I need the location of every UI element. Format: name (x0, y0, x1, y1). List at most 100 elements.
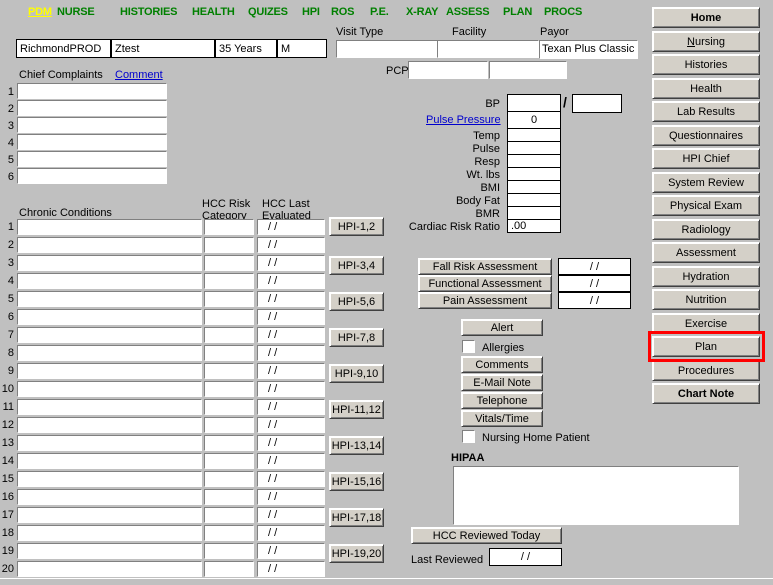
alert-button[interactable]: Alert (461, 319, 543, 336)
menu-item-histories[interactable]: HISTORIES (120, 6, 177, 18)
chronic-condition-input[interactable] (17, 399, 202, 415)
vitals-time-button[interactable]: Vitals/Time (461, 410, 543, 427)
telephone-button[interactable]: Telephone (461, 392, 543, 409)
hcc-risk-category-input[interactable] (204, 309, 254, 325)
hpi-button-15-16[interactable]: HPI-15,16 (329, 472, 384, 491)
hipaa-textarea[interactable] (453, 466, 739, 525)
sidebar-item-exercise[interactable]: Exercise (652, 313, 760, 334)
hpi-button-3-4[interactable]: HPI-3,4 (329, 256, 384, 275)
hcc-risk-category-input[interactable] (204, 543, 254, 559)
sidebar-item-plan[interactable]: Plan (652, 336, 760, 357)
hcc-last-evaluated-input[interactable]: / / (257, 291, 325, 307)
chronic-condition-input[interactable] (17, 363, 202, 379)
sidebar-item-procedures[interactable]: Procedures (652, 360, 760, 381)
hcc-risk-category-input[interactable] (204, 489, 254, 505)
hcc-risk-category-input[interactable] (204, 255, 254, 271)
hcc-risk-category-input[interactable] (204, 417, 254, 433)
hcc-risk-category-input[interactable] (204, 453, 254, 469)
menu-item-assess[interactable]: ASSESS (446, 6, 490, 18)
sidebar-item-hpi-chief[interactable]: HPI Chief (652, 148, 760, 169)
bp-diastolic-input[interactable] (572, 94, 622, 113)
hcc-last-evaluated-input[interactable]: / / (257, 561, 325, 577)
patient-lastname-field[interactable]: Ztest (111, 39, 215, 58)
comments-button[interactable]: Comments (461, 356, 543, 373)
chronic-condition-input[interactable] (17, 255, 202, 271)
patient-sex-field[interactable]: M (277, 39, 327, 58)
email-note-button[interactable]: E-Mail Note (461, 374, 543, 391)
sidebar-item-hydration[interactable]: Hydration (652, 266, 760, 287)
hpi-button-13-14[interactable]: HPI-13,14 (329, 436, 384, 455)
sidebar-item-system-review[interactable]: System Review (652, 172, 760, 193)
chronic-condition-input[interactable] (17, 309, 202, 325)
hcc-risk-category-input[interactable] (204, 363, 254, 379)
hcc-risk-category-input[interactable] (204, 525, 254, 541)
temp-input[interactable] (507, 128, 561, 142)
chief-complaint-input[interactable] (17, 83, 167, 99)
hcc-last-evaluated-input[interactable]: / / (257, 417, 325, 433)
hcc-last-evaluated-input[interactable]: / / (257, 309, 325, 325)
body-fat-input[interactable] (507, 193, 561, 207)
hcc-reviewed-today-button[interactable]: HCC Reviewed Today (411, 527, 562, 544)
patient-age-field[interactable]: 35 Years (215, 39, 277, 58)
pulse-pressure-link[interactable]: Pulse Pressure (426, 114, 501, 126)
hcc-risk-category-input[interactable] (204, 327, 254, 343)
sidebar-item-radiology[interactable]: Radiology (652, 219, 760, 240)
menu-item-ros[interactable]: ROS (331, 6, 354, 18)
facility-input[interactable] (437, 40, 539, 58)
menu-item-hpi[interactable]: HPI (302, 6, 320, 18)
hcc-last-evaluated-input[interactable]: / / (257, 471, 325, 487)
hcc-risk-category-input[interactable] (204, 471, 254, 487)
cardiac-risk-ratio-input[interactable]: .00 (507, 219, 561, 233)
sidebar-item-physical-exam[interactable]: Physical Exam (652, 195, 760, 216)
sidebar-item-nutrition[interactable]: Nutrition (652, 289, 760, 310)
hpi-button-19-20[interactable]: HPI-19,20 (329, 544, 384, 563)
hcc-risk-category-input[interactable] (204, 399, 254, 415)
chronic-condition-input[interactable] (17, 561, 202, 577)
menu-item-health[interactable]: HEALTH (192, 6, 235, 18)
fall-risk-assessment-button[interactable]: Fall Risk Assessment (418, 258, 552, 275)
hcc-last-evaluated-input[interactable]: / / (257, 237, 325, 253)
visit-type-input[interactable] (336, 40, 438, 58)
hpi-button-1-2[interactable]: HPI-1,2 (329, 217, 384, 236)
hcc-risk-category-input[interactable] (204, 435, 254, 451)
pain-assessment-date-input[interactable]: / / (558, 292, 631, 309)
pcp-input[interactable] (408, 61, 488, 79)
chronic-condition-input[interactable] (17, 219, 202, 235)
bmr-input[interactable] (507, 206, 561, 220)
functional-assessment-button[interactable]: Functional Assessment (418, 275, 552, 292)
hcc-risk-category-input[interactable] (204, 507, 254, 523)
sidebar-item-nursing[interactable]: Nursing (652, 31, 760, 52)
sidebar-item-questionnaires[interactable]: Questionnaires (652, 125, 760, 146)
chronic-condition-input[interactable] (17, 291, 202, 307)
hcc-last-evaluated-input[interactable]: / / (257, 507, 325, 523)
allergies-checkbox[interactable] (462, 340, 475, 353)
menu-item-pdm[interactable]: PDM (28, 6, 52, 18)
pcp-secondary-input[interactable] (489, 61, 567, 79)
last-reviewed-date-input[interactable]: / / (489, 548, 562, 566)
hcc-last-evaluated-input[interactable]: / / (257, 489, 325, 505)
menu-item-quizes[interactable]: QUIZES (248, 6, 288, 18)
hcc-risk-category-input[interactable] (204, 345, 254, 361)
hcc-last-evaluated-input[interactable]: / / (257, 255, 325, 271)
menu-item-x-ray[interactable]: X-RAY (406, 6, 438, 18)
fall-risk-assessment-date-input[interactable]: / / (558, 258, 631, 275)
hpi-button-9-10[interactable]: HPI-9,10 (329, 364, 384, 383)
pulse-input[interactable] (507, 141, 561, 155)
sidebar-item-chart-note[interactable]: Chart Note (652, 383, 760, 404)
chronic-condition-input[interactable] (17, 543, 202, 559)
nursing-home-patient-checkbox[interactable] (462, 430, 475, 443)
hcc-risk-category-input[interactable] (204, 381, 254, 397)
hcc-risk-category-input[interactable] (204, 273, 254, 289)
hcc-risk-category-input[interactable] (204, 291, 254, 307)
chief-complaint-input[interactable] (17, 100, 167, 116)
hpi-button-7-8[interactable]: HPI-7,8 (329, 328, 384, 347)
hcc-last-evaluated-input[interactable]: / / (257, 381, 325, 397)
pain-assessment-button[interactable]: Pain Assessment (418, 292, 552, 309)
chronic-condition-input[interactable] (17, 345, 202, 361)
hcc-last-evaluated-input[interactable]: / / (257, 273, 325, 289)
chronic-condition-input[interactable] (17, 525, 202, 541)
hcc-last-evaluated-input[interactable]: / / (257, 543, 325, 559)
payor-input[interactable]: Texan Plus Classic (539, 40, 638, 59)
hpi-button-11-12[interactable]: HPI-11,12 (329, 400, 384, 419)
pulse-pressure-input[interactable]: 0 (507, 111, 561, 129)
